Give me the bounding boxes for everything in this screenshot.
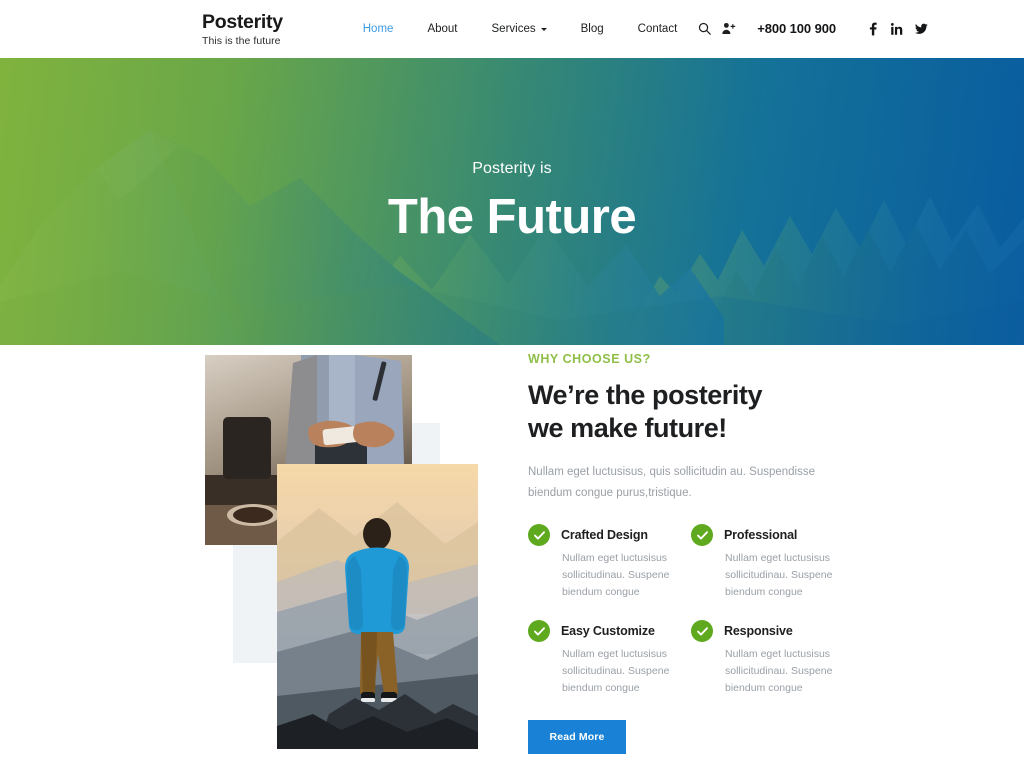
why-choose-us-section: WHY CHOOSE US? We’re the posterity we ma… — [0, 345, 1024, 768]
feature-item: Responsive Nullam eget luctusisus sollic… — [691, 620, 854, 697]
feature-title: Responsive — [724, 624, 793, 639]
feature-item: Easy Customize Nullam eget luctusisus so… — [528, 620, 691, 697]
user-plus-icon[interactable] — [719, 19, 739, 39]
nav-label-services: Services — [491, 22, 536, 35]
site-header: Posterity This is the future Home About … — [0, 0, 1024, 58]
image-collage — [200, 345, 500, 768]
section-columns: WHY CHOOSE US? We’re the posterity we ma… — [200, 345, 832, 768]
check-circle-icon — [528, 620, 550, 643]
section-content: WHY CHOOSE US? We’re the posterity we ma… — [500, 345, 854, 768]
brand-logo[interactable]: Posterity This is the future — [202, 10, 283, 47]
search-icon[interactable] — [694, 19, 714, 39]
feature-title: Professional — [724, 528, 798, 543]
hero-kicker: Posterity is — [472, 159, 552, 177]
feature-description: Nullam eget luctusisus sollicitudinau. S… — [725, 648, 833, 695]
section-headline: We’re the posterity we make future! — [528, 379, 854, 445]
check-circle-icon — [691, 620, 713, 643]
brand-tagline: This is the future — [202, 34, 281, 47]
check-circle-icon — [691, 524, 713, 547]
feature-title: Easy Customize — [561, 624, 655, 639]
nav-item-blog[interactable]: Blog — [564, 23, 621, 35]
feature-description: Nullam eget luctusisus sollicitudinau. S… — [562, 552, 670, 599]
nav-item-home[interactable]: Home — [346, 23, 411, 35]
hero-content: Posterity is The Future — [0, 58, 1024, 345]
section-lede: Nullam eget luctusisus, quis sollicitudi… — [528, 466, 816, 499]
nav-label-contact: Contact — [637, 22, 678, 35]
feature-description: Nullam eget luctusisus sollicitudinau. S… — [562, 648, 670, 695]
nav-label-home: Home — [362, 22, 394, 35]
nav-label-about: About — [427, 22, 458, 35]
nav-item-services[interactable]: Services — [475, 23, 564, 35]
nav-label-blog: Blog — [580, 22, 604, 35]
headline-line-2: we make future! — [528, 413, 727, 444]
man-standing-on-mountain-photo — [277, 464, 478, 749]
linkedin-icon[interactable] — [891, 22, 904, 36]
phone-number[interactable]: +800 100 900 — [757, 21, 836, 36]
hero-title: The Future — [387, 189, 637, 244]
header-inner: Posterity This is the future Home About … — [0, 10, 1024, 47]
nav-item-about[interactable]: About — [410, 23, 474, 35]
read-more-button[interactable]: Read More — [528, 720, 626, 755]
brand-name: Posterity — [202, 10, 283, 33]
header-utilities: +800 100 900 — [694, 19, 928, 39]
section-eyebrow: WHY CHOOSE US? — [528, 352, 651, 366]
social-links — [867, 22, 928, 36]
headline-line-1: We’re the posterity — [528, 380, 763, 410]
feature-title: Crafted Design — [561, 528, 648, 543]
check-circle-icon — [528, 524, 550, 547]
feature-item: Crafted Design Nullam eget luctusisus so… — [528, 524, 691, 601]
nav-item-contact[interactable]: Contact — [621, 23, 695, 35]
hero-banner: Posterity is The Future — [0, 58, 1024, 345]
twitter-icon[interactable] — [914, 22, 928, 36]
main-navigation: Home About Services Blog Contact — [346, 23, 695, 35]
chevron-down-icon — [540, 27, 547, 31]
feature-description: Nullam eget luctusisus sollicitudinau. S… — [725, 552, 833, 599]
feature-item: Professional Nullam eget luctusisus soll… — [691, 524, 854, 601]
features-grid: Crafted Design Nullam eget luctusisus so… — [528, 524, 854, 697]
facebook-icon[interactable] — [867, 22, 880, 36]
